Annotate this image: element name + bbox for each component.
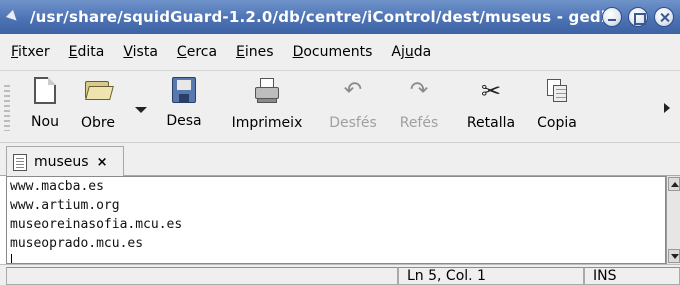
insert-mode: INS [584,267,680,285]
menu-cerca[interactable]: Cerca [177,44,217,60]
text-document-icon [13,153,27,171]
open-button[interactable]: Obre [76,77,120,139]
close-tab-icon[interactable]: × [97,155,108,170]
vertical-scrollbar[interactable] [666,176,680,264]
title-bar[interactable]: /usr/share/squidGuard-1.2.0/db/centre/iC… [0,0,680,34]
minimize-icon[interactable] [602,7,622,27]
copy-icon [543,77,571,105]
printer-icon [253,77,281,105]
redo-icon: ↷ [409,78,429,103]
floppy-disk-icon [172,77,196,103]
window-title: /usr/share/squidGuard-1.2.0/db/centre/iC… [30,8,614,26]
scroll-up-icon[interactable] [668,177,680,191]
close-window-icon[interactable] [654,7,674,27]
status-bar: Ln 5, Col. 1 INS [0,264,680,285]
text-caret [11,254,12,263]
menu-eines[interactable]: Eines [236,44,274,60]
toolbar-grip[interactable] [4,85,10,131]
copy-button[interactable]: Copia [531,77,583,139]
undo-button[interactable]: ↶ Desfés [323,77,383,139]
save-button[interactable]: Desa [162,77,206,139]
cut-button[interactable]: ✂ Retalla [462,77,520,139]
new-document-icon [34,77,56,104]
scissors-icon: ✂ [480,77,502,105]
new-button[interactable]: Nou [28,77,62,139]
status-message [6,267,398,285]
tab-museus[interactable]: museus × [6,146,124,177]
editor-line: www.macba.es [10,179,104,194]
cursor-position: Ln 5, Col. 1 [398,267,584,285]
undo-icon: ↶ [343,78,363,103]
window-controls [602,7,674,27]
gedit-icon[interactable] [6,9,22,25]
menu-ajuda[interactable]: Ajuda [391,44,431,60]
open-folder-icon [84,77,114,105]
redo-button[interactable]: ↷ Refés [394,77,444,139]
menu-vista[interactable]: Vista [123,44,158,60]
menu-edita[interactable]: Edita [69,44,105,60]
scroll-down-icon[interactable] [668,249,680,263]
menu-documents[interactable]: Documents [293,44,373,60]
open-recent-dropdown-icon[interactable] [135,107,147,113]
editor-line: museoprado.mcu.es [10,236,144,251]
text-editor[interactable]: www.macba.es www.artium.org museoreinaso… [6,176,666,264]
editor-line-current [7,253,665,263]
document-tabs: museus × [0,143,680,177]
toolbar: Nou Obre Desa Imprimeix ↶ Desfés ↷ Refés… [0,71,680,143]
menu-bar: Fitxer Edita Vista Cerca Eines Documents… [0,34,680,71]
print-button[interactable]: Imprimeix [228,77,306,139]
tab-label: museus [34,154,89,170]
editor-line: www.artium.org [10,198,120,213]
editor-line: museoreinasofia.mcu.es [10,217,183,232]
menu-fitxer[interactable]: Fitxer [11,44,50,60]
maximize-icon[interactable] [628,7,648,27]
toolbar-overflow-arrow-icon[interactable] [664,103,670,113]
